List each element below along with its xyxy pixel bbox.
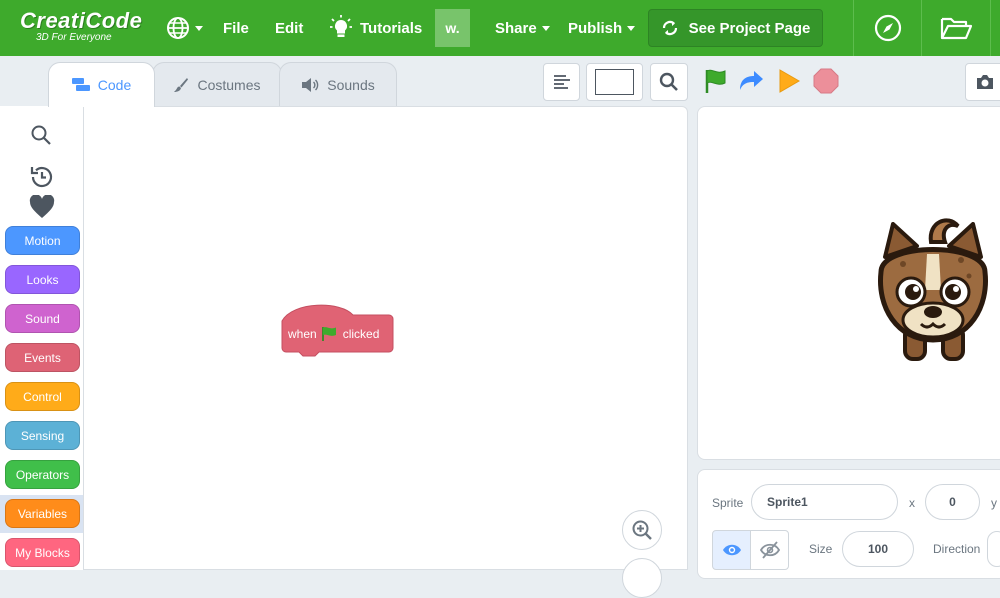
category-my-blocks[interactable]: My Blocks <box>5 538 80 567</box>
size-label: Size <box>809 542 833 556</box>
search-icon <box>31 125 51 145</box>
turbo-mode-button[interactable] <box>738 68 764 99</box>
block-when-label: when <box>288 327 317 341</box>
logo-name: CreatiCode <box>20 8 143 33</box>
speaker-icon <box>302 77 319 92</box>
stage-size-button[interactable] <box>586 63 643 101</box>
clean-up-button[interactable] <box>543 63 580 101</box>
tab-sounds-label: Sounds <box>327 76 375 93</box>
paintbrush-icon <box>174 77 189 92</box>
eye-slash-icon <box>759 541 780 559</box>
publish-menu[interactable]: Publish <box>568 0 636 56</box>
stage-size-rectangle <box>595 69 634 95</box>
history-clock-icon <box>30 166 53 188</box>
category-control[interactable]: Control <box>5 382 80 411</box>
share-menu[interactable]: Share <box>495 0 550 56</box>
tab-code-label: Code <box>97 77 132 93</box>
sprite-name-input[interactable]: Sprite1 <box>751 484 898 520</box>
see-project-label: See Project Page <box>688 19 811 37</box>
stage[interactable] <box>697 106 1000 460</box>
green-flag-icon <box>321 327 336 341</box>
tutorials-label: Tutorials <box>360 19 423 37</box>
hide-sprite-button[interactable] <box>750 530 789 570</box>
stop-octagon-icon <box>813 68 839 94</box>
camera-snapshot-button[interactable] <box>965 63 1000 101</box>
heart-icon <box>29 194 55 218</box>
forward-arrow-icon <box>740 71 763 90</box>
edit-menu[interactable]: Edit <box>275 0 303 56</box>
category-sound[interactable]: Sound <box>5 304 80 333</box>
tab-costumes-label: Costumes <box>197 76 261 93</box>
language-menu[interactable] <box>166 0 203 56</box>
zoom-in-button[interactable] <box>622 510 662 550</box>
category-variables[interactable]: Variables <box>5 499 80 528</box>
block-search-button[interactable] <box>30 124 52 151</box>
chevron-down-icon <box>541 25 550 31</box>
logo-tagline: 3D For Everyone <box>36 32 112 43</box>
lightbulb-icon <box>330 15 352 37</box>
file-menu[interactable]: File <box>223 0 249 56</box>
menu-divider <box>990 0 991 56</box>
code-blocks-icon <box>71 78 90 91</box>
align-left-icon <box>553 75 570 89</box>
sprite-label: Sprite <box>712 496 744 510</box>
green-flag-icon <box>705 69 726 93</box>
creaticode-logo[interactable]: CreatiCode 3D For Everyone <box>20 9 142 43</box>
compass-icon <box>874 14 901 42</box>
tutorials-menu[interactable]: Tutorials <box>330 0 422 56</box>
globe-icon <box>167 17 189 39</box>
top-menu-bar: CreatiCode 3D For Everyone File Edit Tut… <box>0 0 1000 56</box>
refresh-icon <box>662 20 677 36</box>
category-motion[interactable]: Motion <box>5 226 80 255</box>
category-menu: Motion Looks Sound Events Control Sensin… <box>0 106 84 570</box>
explore-button[interactable] <box>854 0 921 56</box>
search-code-button[interactable] <box>650 63 688 101</box>
chevron-down-icon <box>627 25 636 31</box>
play-button[interactable] <box>776 68 802 99</box>
direction-input[interactable] <box>987 531 1000 567</box>
see-project-page-button[interactable]: See Project Page <box>648 9 823 47</box>
eye-icon <box>722 544 741 556</box>
x-label: x <box>909 496 915 510</box>
publish-label: Publish <box>568 19 623 37</box>
play-icon <box>779 69 800 93</box>
chevron-down-icon <box>195 25 203 31</box>
stop-button[interactable] <box>813 68 839 99</box>
zoom-out-button[interactable] <box>622 558 662 598</box>
y-label: y <box>991 496 997 510</box>
zoom-in-icon <box>632 520 652 540</box>
user-account-button[interactable]: w. <box>435 9 470 47</box>
category-sensing[interactable]: Sensing <box>5 421 80 450</box>
category-operators[interactable]: Operators <box>5 460 80 489</box>
green-flag-button[interactable] <box>703 68 729 99</box>
favorites-button[interactable] <box>29 194 55 224</box>
folder-open-icon <box>940 17 972 40</box>
hat-block-content: when clicked <box>288 326 379 342</box>
tab-code[interactable]: Code <box>48 62 155 107</box>
show-sprite-button[interactable] <box>712 530 751 570</box>
search-icon <box>659 72 678 91</box>
x-position-input[interactable]: 0 <box>925 484 980 520</box>
tab-sounds[interactable]: Sounds <box>279 62 397 106</box>
category-events[interactable]: Events <box>5 343 80 372</box>
category-looks[interactable]: Looks <box>5 265 80 294</box>
direction-label: Direction <box>933 542 981 556</box>
size-input[interactable]: 100 <box>842 531 914 567</box>
tab-costumes[interactable]: Costumes <box>152 62 282 106</box>
block-clicked-label: clicked <box>342 327 380 341</box>
dog-sprite[interactable] <box>873 212 993 372</box>
camera-icon <box>977 75 993 89</box>
history-button[interactable] <box>29 164 55 195</box>
my-stuff-button[interactable] <box>922 0 990 56</box>
share-label: Share <box>495 19 537 37</box>
